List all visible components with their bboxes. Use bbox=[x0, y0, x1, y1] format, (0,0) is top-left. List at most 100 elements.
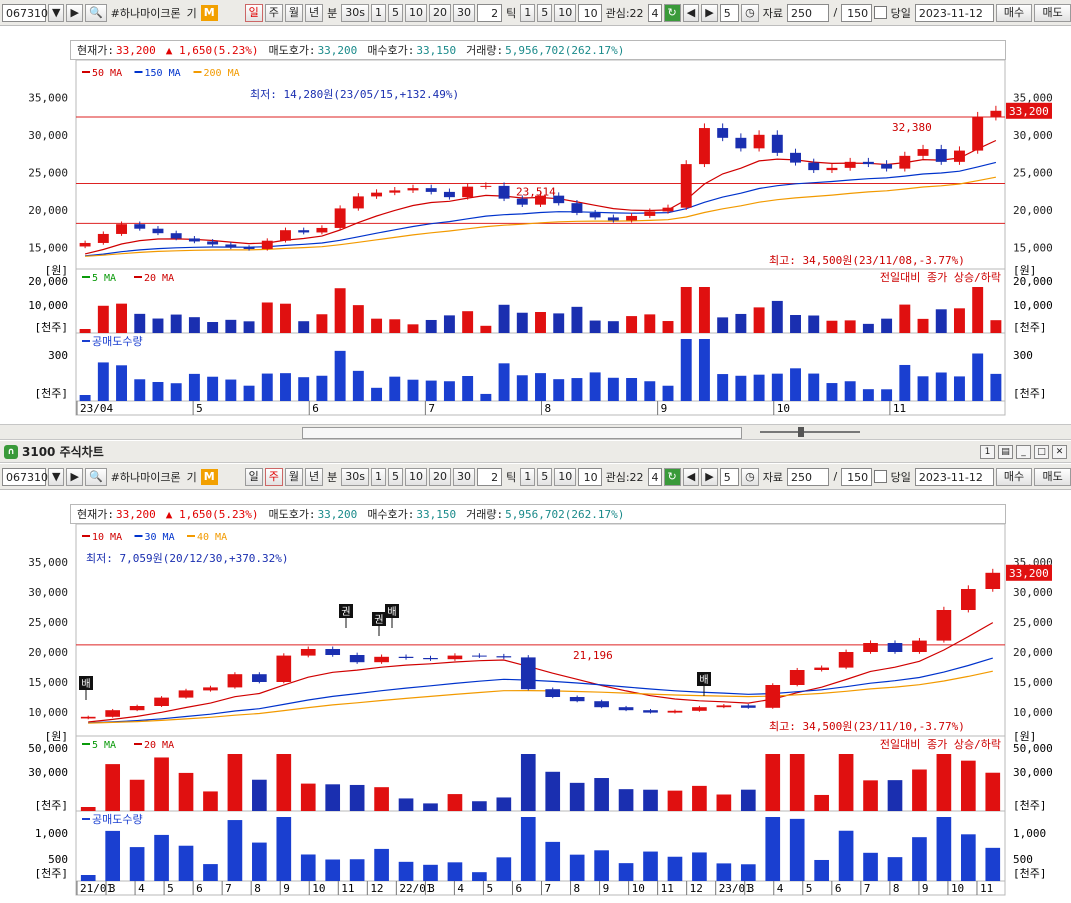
next-arrow-icon[interactable]: ▶ bbox=[701, 467, 718, 486]
data-count-select[interactable]: 250 bbox=[787, 467, 830, 486]
period-year[interactable]: 년 bbox=[304, 467, 324, 486]
min-1[interactable]: 1 bbox=[370, 3, 386, 22]
sell-button[interactable]: 매도 bbox=[1034, 3, 1071, 22]
tick-input[interactable]: 10 bbox=[578, 467, 602, 486]
candle-body bbox=[960, 589, 976, 610]
stock-code-input[interactable]: 067310 bbox=[2, 467, 48, 486]
price-axis-label-right: 30,000 bbox=[1013, 129, 1053, 142]
weekly-chart[interactable]: 10 MA 30 MA 40 MA35,000 35,00030,000 30,0002… bbox=[0, 524, 1071, 903]
candle-body bbox=[735, 137, 747, 149]
window-close-icon[interactable]: ✕ bbox=[1052, 445, 1067, 459]
volume-bar bbox=[716, 794, 732, 811]
refresh-icon[interactable]: ↻ bbox=[663, 3, 681, 22]
total-input[interactable]: 150 bbox=[841, 467, 873, 486]
m-badge[interactable]: M bbox=[200, 468, 218, 485]
period-month[interactable]: 월 bbox=[284, 3, 303, 22]
today-checkbox[interactable] bbox=[874, 6, 887, 19]
minute-input[interactable]: 2 bbox=[476, 467, 503, 486]
prev-arrow-icon[interactable]: ◀ bbox=[682, 467, 700, 486]
m-badge[interactable]: M bbox=[200, 4, 218, 21]
minute-input[interactable]: 2 bbox=[476, 3, 503, 22]
watch-input[interactable]: 4 bbox=[647, 467, 662, 486]
stock-name: #하나마이크론 bbox=[110, 470, 181, 484]
daily-chart[interactable]: 50 MA 150 MA 200 MA 35,000 35,000 30,000 30,00… bbox=[0, 60, 1071, 422]
prev-arrow-icon[interactable]: ◀ bbox=[682, 3, 700, 22]
dropdown-icon[interactable]: ▼ bbox=[48, 467, 65, 486]
next-icon[interactable]: ▶ bbox=[66, 3, 83, 22]
volume-bar bbox=[498, 304, 510, 333]
buy-button[interactable]: 매수 bbox=[995, 467, 1033, 486]
window-maximize-icon[interactable]: □ bbox=[1034, 445, 1049, 459]
volume-bar bbox=[863, 780, 878, 811]
short-volume-bar bbox=[862, 389, 874, 401]
step-input[interactable]: 5 bbox=[719, 467, 740, 486]
next-arrow-icon[interactable]: ▶ bbox=[701, 3, 718, 22]
period-week[interactable]: 주 bbox=[264, 467, 283, 486]
date-input[interactable]: 2023-11-12 bbox=[914, 467, 994, 486]
volume-bar bbox=[535, 312, 546, 333]
search-icon[interactable]: 🔍 bbox=[84, 3, 107, 22]
tick-1[interactable]: 1 bbox=[520, 467, 536, 486]
next-icon[interactable]: ▶ bbox=[66, 467, 83, 486]
date-input[interactable]: 2023-11-12 bbox=[914, 3, 994, 22]
period-month[interactable]: 월 bbox=[284, 467, 303, 486]
step-input[interactable]: 5 bbox=[719, 3, 740, 22]
candle-body bbox=[334, 208, 346, 228]
candle-body bbox=[571, 203, 583, 213]
dropdown-icon[interactable]: ▼ bbox=[48, 3, 65, 22]
search-icon[interactable]: 🔍 bbox=[84, 467, 107, 486]
period-day[interactable]: 일 bbox=[244, 467, 263, 486]
tick-input[interactable]: 10 bbox=[578, 3, 602, 22]
buy-button[interactable]: 매수 bbox=[995, 3, 1033, 22]
price-axis-label-left: 15,000 bbox=[28, 241, 68, 254]
zoom-slider-handle[interactable] bbox=[798, 427, 804, 437]
min-5[interactable]: 5 bbox=[387, 3, 403, 22]
watch-input[interactable]: 4 bbox=[647, 3, 662, 22]
zoom-slider[interactable] bbox=[760, 431, 860, 433]
min-20[interactable]: 20 bbox=[428, 467, 451, 486]
price-info-bar: 현재가: 33,200 ▲ 1,650(5.23%) 매도호가: 33,200 … bbox=[70, 504, 1006, 524]
tick-5[interactable]: 5 bbox=[537, 467, 553, 486]
event-marker-label: 배 bbox=[699, 674, 708, 686]
clock-icon[interactable]: ◷ bbox=[741, 3, 759, 22]
x-axis-label: 23/04 bbox=[80, 402, 113, 415]
min-30[interactable]: 30 bbox=[452, 467, 475, 486]
short-volume-bar bbox=[553, 379, 565, 401]
candle-body bbox=[985, 572, 1001, 589]
sell-button[interactable]: 매도 bbox=[1034, 467, 1071, 486]
tick-1[interactable]: 1 bbox=[520, 3, 536, 22]
price-label: 현재가: bbox=[77, 508, 114, 521]
tick-5[interactable]: 5 bbox=[537, 3, 553, 22]
tick-10[interactable]: 10 bbox=[554, 3, 577, 22]
horizontal-scrollbar[interactable] bbox=[0, 424, 1071, 440]
min-20[interactable]: 20 bbox=[428, 3, 451, 22]
period-week[interactable]: 주 bbox=[264, 3, 283, 22]
min-30s[interactable]: 30s bbox=[341, 467, 369, 486]
total-input[interactable]: 150 bbox=[841, 3, 873, 22]
refresh-icon[interactable]: ↻ bbox=[663, 467, 681, 486]
short-volume-bar bbox=[765, 817, 781, 881]
price-axis-label-right: 20,000 bbox=[1013, 646, 1053, 659]
window-minimize-icon[interactable]: _ bbox=[1016, 445, 1031, 459]
period-day[interactable]: 일 bbox=[244, 3, 263, 22]
min-5[interactable]: 5 bbox=[387, 467, 403, 486]
today-checkbox[interactable] bbox=[874, 470, 887, 483]
min-10[interactable]: 10 bbox=[404, 3, 427, 22]
stock-code-input[interactable]: 067310 bbox=[2, 3, 48, 22]
data-count-select[interactable]: 250 bbox=[787, 3, 830, 22]
min-1[interactable]: 1 bbox=[370, 467, 386, 486]
scroll-thumb[interactable] bbox=[302, 427, 742, 439]
volume-bar bbox=[374, 787, 389, 811]
window-menu-icon[interactable]: ▤ bbox=[998, 445, 1013, 459]
min-30[interactable]: 30 bbox=[452, 3, 475, 22]
min-10[interactable]: 10 bbox=[404, 467, 427, 486]
tick-10[interactable]: 10 bbox=[554, 467, 577, 486]
candle-body bbox=[899, 155, 911, 169]
window-help-icon[interactable]: 1 bbox=[980, 445, 995, 459]
min-30s[interactable]: 30s bbox=[341, 3, 369, 22]
last-price-label: 33,200 bbox=[1009, 567, 1049, 580]
short-volume-bar bbox=[716, 863, 732, 881]
period-year[interactable]: 년 bbox=[304, 3, 324, 22]
x-axis-label: 9 bbox=[661, 402, 668, 415]
clock-icon[interactable]: ◷ bbox=[741, 467, 759, 486]
